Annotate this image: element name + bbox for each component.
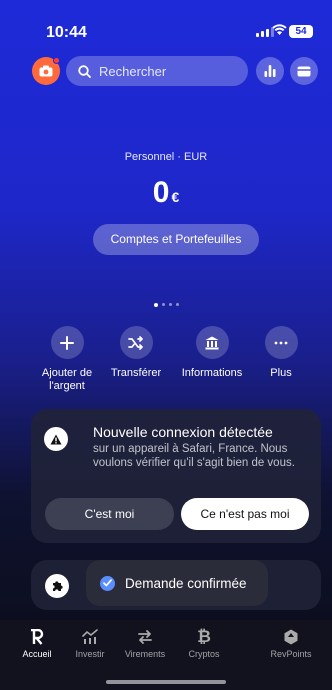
camera-button[interactable]: [32, 57, 60, 85]
status-bar: 10:44 54: [0, 0, 332, 56]
battery-indicator: 54: [289, 25, 313, 38]
bar-chart-icon: [264, 65, 276, 77]
cards-button[interactable]: [290, 57, 318, 85]
tab-revpoints-label: RevPoints: [270, 649, 312, 659]
deny-it-was-me-button[interactable]: Ce n'est pas moi: [181, 498, 309, 530]
tab-crypto[interactable]: ₿ Cryptos: [175, 627, 233, 659]
analytics-button[interactable]: [256, 57, 284, 85]
tab-crypto-label: Cryptos: [188, 649, 220, 659]
search-input[interactable]: Rechercher: [66, 56, 248, 86]
add-money-label: Ajouter de l'argent: [41, 367, 93, 392]
information-label: Informations: [181, 367, 243, 379]
card-icon: [297, 66, 311, 76]
tab-revpoints[interactable]: RevPoints: [262, 628, 320, 659]
balance: 0 €: [0, 176, 332, 210]
bitcoin-icon: ₿: [197, 627, 211, 646]
page-dot-3: [168, 303, 172, 306]
page-dot-2: [161, 303, 165, 306]
status-time: 10:44: [46, 24, 87, 41]
tab-invest-label: Investir: [75, 649, 105, 659]
balance-currency: €: [171, 189, 180, 205]
information-action[interactable]: Informations: [176, 326, 248, 380]
camera-icon: [39, 65, 53, 77]
balance-amount: 0: [152, 176, 170, 209]
transfer-label: Transférer: [110, 367, 162, 379]
more-icon: [264, 326, 298, 359]
notification-dot: [53, 57, 60, 64]
invest-icon: [61, 628, 119, 646]
page-dot-1: [153, 302, 158, 307]
search-placeholder: Rechercher: [99, 63, 167, 79]
toast-text: Demande confirmée: [125, 575, 247, 591]
search-icon: [78, 64, 91, 78]
new-login-alert-card: Nouvelle connexion détectée sur un appar…: [31, 409, 321, 543]
wifi-icon: [272, 24, 287, 35]
tab-transfers[interactable]: Virements: [116, 628, 174, 659]
revpoints-icon: [262, 628, 320, 646]
check-icon: [100, 575, 115, 591]
transfer-action[interactable]: Transférer: [100, 326, 172, 380]
tab-home-label: Accueil: [22, 649, 52, 659]
more-label: Plus: [270, 367, 292, 379]
warning-icon: [44, 427, 68, 451]
transfer-arrows-icon: [116, 628, 174, 646]
add-money-action[interactable]: Ajouter de l'argent: [31, 326, 103, 393]
account-label: Personnel · EUR: [124, 151, 208, 163]
alert-title: Nouvelle connexion détectée: [93, 424, 273, 440]
page-indicator[interactable]: [0, 302, 332, 307]
revolut-r-icon: [8, 628, 66, 646]
tab-transfers-label: Virements: [124, 649, 166, 659]
home-indicator: [106, 680, 226, 684]
page-dot-4: [175, 303, 179, 306]
alert-body: sur un appareil à Safari, France. Nous v…: [93, 443, 295, 469]
more-action[interactable]: Plus: [245, 326, 317, 380]
confirmation-toast: Demande confirmée: [86, 560, 268, 606]
shuffle-icon: [119, 326, 153, 359]
confirm-it-was-me-button[interactable]: C'est moi: [45, 498, 174, 530]
accounts-wallets-button[interactable]: Comptes et Portefeuilles: [93, 224, 259, 255]
plus-icon: [50, 326, 84, 359]
bank-icon: [195, 326, 229, 359]
tab-home[interactable]: Accueil: [8, 628, 66, 659]
top-bar: Rechercher: [0, 55, 332, 87]
puzzle-icon: [45, 574, 69, 598]
tab-invest[interactable]: Investir: [61, 628, 119, 659]
